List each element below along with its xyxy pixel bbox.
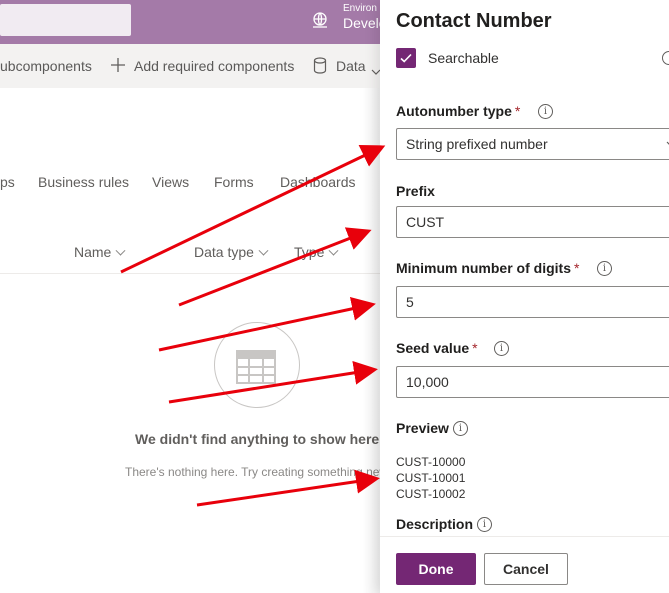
required-marker: * xyxy=(472,340,478,356)
empty-state-subtitle: There's nothing here. Try creating somet… xyxy=(125,465,389,479)
column-properties-panel: Contact Number Searchable Autonumber typ… xyxy=(380,0,669,593)
searchable-checkbox[interactable] xyxy=(396,48,416,68)
empty-state-illustration xyxy=(214,322,300,408)
column-header-name[interactable]: Name xyxy=(74,244,126,260)
min-digits-input[interactable]: 5 xyxy=(396,286,669,318)
panel-shadow xyxy=(362,88,380,593)
prefix-label: Prefix xyxy=(396,183,435,199)
table-icon xyxy=(236,350,276,384)
column-header-label: Type xyxy=(294,244,325,260)
preview-line: CUST-10000 xyxy=(396,455,466,469)
seed-value-value: 10,000 xyxy=(406,374,449,390)
environment-label: Environ xyxy=(343,3,377,14)
tab-business-rules[interactable]: Business rules xyxy=(38,174,129,190)
annotation-arrow-prefix xyxy=(178,227,372,307)
column-header-label: Name xyxy=(74,244,112,260)
min-digits-value: 5 xyxy=(406,294,414,310)
info-icon[interactable]: i xyxy=(538,104,553,119)
autonumber-type-value: String prefixed number xyxy=(406,136,548,152)
prefix-value: CUST xyxy=(406,214,445,230)
info-icon[interactable] xyxy=(662,51,669,65)
info-icon[interactable]: i xyxy=(477,517,492,532)
autonumber-type-select[interactable]: String prefixed number xyxy=(396,128,669,160)
searchable-label: Searchable xyxy=(428,50,499,66)
min-digits-label: Minimum number of digits * xyxy=(396,260,579,276)
panel-title: Contact Number xyxy=(396,10,552,32)
footer-divider xyxy=(380,536,669,537)
preview-line: CUST-10002 xyxy=(396,487,466,501)
chevron-down-icon xyxy=(258,245,269,256)
autonumber-type-label: Autonumber type * xyxy=(396,103,520,119)
seed-value-input[interactable]: 10,000 xyxy=(396,366,669,398)
info-icon[interactable]: i xyxy=(494,341,509,356)
tab-forms[interactable]: Forms xyxy=(214,174,254,190)
required-marker: * xyxy=(574,260,580,276)
field-label-text: Autonumber type xyxy=(396,103,512,119)
prefix-input[interactable]: CUST xyxy=(396,206,669,238)
empty-state-title: We didn't find anything to show here xyxy=(135,431,380,447)
field-label-text: Minimum number of digits xyxy=(396,260,571,276)
column-header-data-type[interactable]: Data type xyxy=(194,244,269,260)
preview-line: CUST-10001 xyxy=(396,471,466,485)
environment-icon[interactable] xyxy=(310,10,330,30)
annotation-arrow-preview xyxy=(196,469,380,507)
field-label-text: Seed value xyxy=(396,340,470,356)
add-subcomponents-button[interactable]: ubcomponents xyxy=(0,58,92,74)
add-required-components-button[interactable]: Add required components xyxy=(134,58,294,74)
chevron-down-icon xyxy=(115,245,126,256)
database-icon xyxy=(313,57,327,79)
chevron-down-icon xyxy=(328,245,339,256)
cancel-button[interactable]: Cancel xyxy=(484,553,568,585)
search-box[interactable] xyxy=(0,4,131,36)
preview-label: Preview xyxy=(396,420,449,436)
info-icon[interactable]: i xyxy=(597,261,612,276)
data-menu-button[interactable]: Data xyxy=(336,58,366,74)
seed-value-label: Seed value * xyxy=(396,340,478,356)
plus-icon xyxy=(110,57,126,78)
column-header-label: Data type xyxy=(194,244,254,260)
description-label: Description xyxy=(396,516,474,532)
done-button[interactable]: Done xyxy=(396,553,476,585)
tab-relationships[interactable]: ps xyxy=(0,174,15,190)
tab-dashboards[interactable]: Dashboards xyxy=(280,174,356,190)
table-header-divider xyxy=(0,273,380,274)
checkmark-icon xyxy=(400,53,412,63)
info-icon[interactable]: i xyxy=(453,421,468,436)
tab-views[interactable]: Views xyxy=(152,174,189,190)
required-marker: * xyxy=(514,103,521,119)
column-header-type[interactable]: Type xyxy=(294,244,339,260)
